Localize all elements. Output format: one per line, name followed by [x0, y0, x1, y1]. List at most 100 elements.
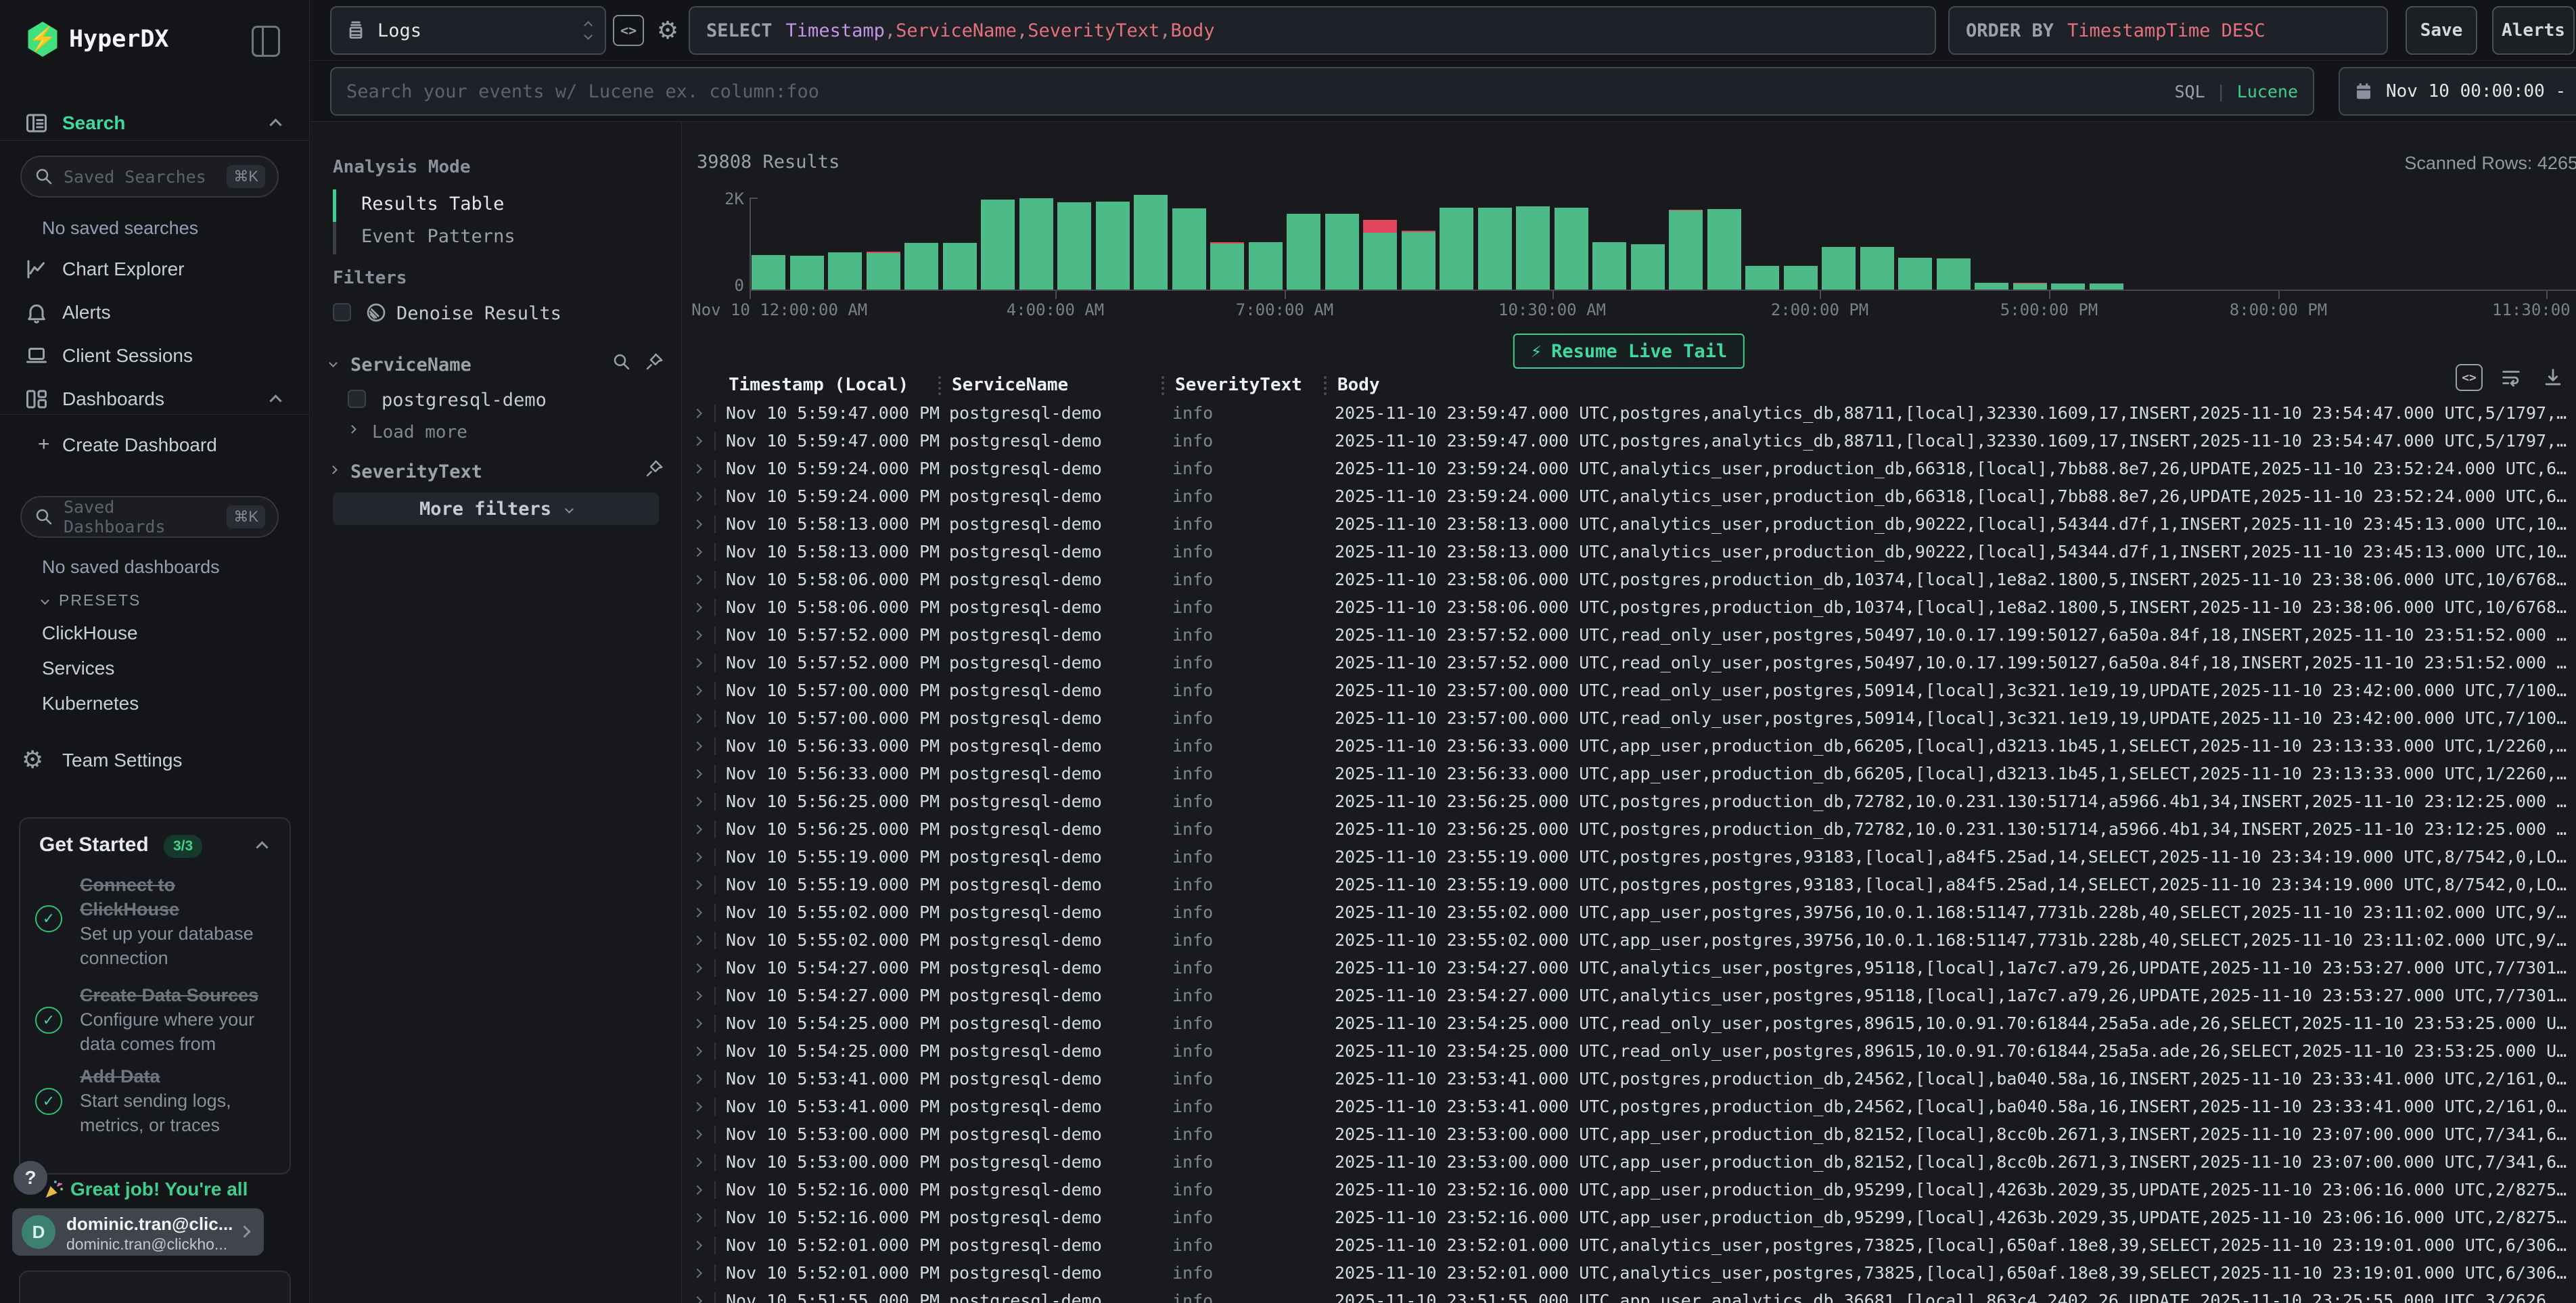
expand-row-icon[interactable] — [689, 1015, 726, 1032]
histogram-bar[interactable] — [1590, 195, 1629, 290]
histogram-bar[interactable] — [2088, 195, 2126, 290]
expand-row-icon[interactable] — [689, 1181, 726, 1199]
histogram-bar[interactable] — [979, 195, 1017, 290]
histogram-bar[interactable] — [1782, 195, 1820, 290]
filter-group-servicename[interactable]: ServiceName — [350, 355, 472, 375]
expand-row-icon[interactable] — [689, 876, 726, 894]
log-row[interactable]: Nov 10 5:56:33.000 PMpostgresql-demoinfo… — [682, 760, 2576, 787]
wrap-lines-button[interactable] — [2498, 364, 2525, 391]
log-row[interactable]: Nov 10 5:53:41.000 PMpostgresql-demoinfo… — [682, 1093, 2576, 1120]
log-row[interactable]: Nov 10 5:58:06.000 PMpostgresql-demoinfo… — [682, 566, 2576, 593]
expand-row-icon[interactable] — [689, 571, 726, 589]
expand-row-icon[interactable] — [689, 1237, 726, 1254]
histogram-bar[interactable] — [2202, 195, 2240, 290]
expand-row-icon[interactable] — [689, 1126, 726, 1143]
chevron-right-icon[interactable] — [329, 465, 338, 474]
column-header-body[interactable]: Body — [1335, 375, 2576, 395]
get-started-item[interactable]: Create Data Sources Configure where your… — [80, 983, 273, 1056]
histogram-bar[interactable] — [1896, 195, 1935, 290]
language-lucene[interactable]: Lucene — [2237, 82, 2298, 101]
histogram-bar[interactable] — [1514, 195, 1552, 290]
histogram-bar[interactable] — [1247, 195, 1285, 290]
expand-row-icon[interactable] — [689, 1264, 726, 1282]
save-button[interactable]: Save — [2406, 6, 2477, 55]
histogram-bar[interactable] — [1055, 195, 1094, 290]
log-row[interactable]: Nov 10 5:55:02.000 PMpostgresql-demoinfo… — [682, 898, 2576, 926]
histogram-bar[interactable] — [750, 195, 788, 290]
histogram-bar[interactable] — [826, 195, 865, 290]
chevron-up-icon[interactable] — [269, 394, 281, 407]
log-row[interactable]: Nov 10 5:52:01.000 PMpostgresql-demoinfo… — [682, 1231, 2576, 1259]
saved-dashboards-input[interactable]: Saved Dashboards ⌘K — [20, 496, 279, 538]
select-columns-input[interactable]: SELECT Timestamp,ServiceName,SeverityTex… — [689, 6, 1936, 55]
histogram-bar[interactable] — [2240, 195, 2279, 290]
log-row[interactable]: Nov 10 5:58:13.000 PMpostgresql-demoinfo… — [682, 538, 2576, 566]
histogram-bar[interactable] — [1476, 195, 1515, 290]
expand-row-icon[interactable] — [689, 543, 726, 561]
preset-clickhouse[interactable]: ClickHouse — [42, 622, 138, 644]
histogram-bar[interactable] — [2393, 195, 2432, 290]
log-row[interactable]: Nov 10 5:54:25.000 PMpostgresql-demoinfo… — [682, 1009, 2576, 1037]
log-row[interactable]: Nov 10 5:52:16.000 PMpostgresql-demoinfo… — [682, 1176, 2576, 1204]
source-settings-button[interactable]: ⚙ — [652, 15, 683, 46]
histogram-bar[interactable] — [2508, 195, 2546, 290]
column-header-timestamp[interactable]: Timestamp (Local) — [726, 375, 949, 395]
order-by-input[interactable]: ORDER BY TimestampTime DESC — [1948, 6, 2388, 55]
log-row[interactable]: Nov 10 5:57:52.000 PMpostgresql-demoinfo… — [682, 621, 2576, 649]
histogram-bar[interactable] — [865, 195, 903, 290]
resume-live-tail-button[interactable]: ⚡ Resume Live Tail — [1513, 334, 1745, 369]
expand-row-icon[interactable] — [689, 1292, 726, 1303]
log-row[interactable]: Nov 10 5:57:00.000 PMpostgresql-demoinfo… — [682, 704, 2576, 732]
language-sql[interactable]: SQL — [2174, 82, 2205, 101]
saved-searches-input[interactable]: Saved Searches ⌘K — [20, 156, 279, 198]
log-row[interactable]: Nov 10 5:58:06.000 PMpostgresql-demoinfo… — [682, 593, 2576, 621]
get-started-item[interactable]: Connect to ClickHouse Set up your databa… — [80, 873, 273, 970]
log-row[interactable]: Nov 10 5:56:25.000 PMpostgresql-demoinfo… — [682, 787, 2576, 815]
log-row[interactable]: Nov 10 5:56:25.000 PMpostgresql-demoinfo… — [682, 815, 2576, 843]
column-header-servicename[interactable]: ServiceName — [949, 375, 1172, 395]
expand-row-icon[interactable] — [689, 405, 726, 422]
log-row[interactable]: Nov 10 5:53:00.000 PMpostgresql-demoinfo… — [682, 1120, 2576, 1148]
histogram-bar[interactable] — [1400, 195, 1438, 290]
expand-row-icon[interactable] — [689, 682, 726, 700]
histogram-bar[interactable] — [2278, 195, 2317, 290]
mode-event-patterns[interactable]: Event Patterns — [361, 226, 515, 247]
filter-search-icon[interactable] — [612, 352, 632, 375]
column-header-severitytext[interactable]: SeverityText — [1172, 375, 1335, 395]
histogram-bar[interactable] — [1017, 195, 1056, 290]
expand-row-icon[interactable] — [689, 1098, 726, 1116]
preset-kubernetes[interactable]: Kubernetes — [42, 693, 139, 714]
histogram-bar[interactable] — [941, 195, 980, 290]
expand-row-icon[interactable] — [689, 848, 726, 866]
alerts-button[interactable]: Alerts — [2492, 6, 2575, 55]
histogram-bar[interactable] — [1285, 195, 1323, 290]
expand-row-icon[interactable] — [689, 987, 726, 1005]
log-row[interactable]: Nov 10 5:59:24.000 PMpostgresql-demoinfo… — [682, 482, 2576, 510]
histogram-bar[interactable] — [1743, 195, 1782, 290]
chevron-up-icon[interactable] — [269, 118, 281, 131]
presets-toggle[interactable]: PRESETS — [42, 591, 141, 610]
histogram-bar[interactable] — [2125, 195, 2164, 290]
log-row[interactable]: Nov 10 5:52:01.000 PMpostgresql-demoinfo… — [682, 1259, 2576, 1287]
expand-row-icon[interactable] — [689, 793, 726, 810]
create-dashboard-button[interactable]: + Create Dashboard — [0, 432, 310, 461]
log-row[interactable]: Nov 10 5:55:19.000 PMpostgresql-demoinfo… — [682, 871, 2576, 898]
expand-row-icon[interactable] — [689, 626, 726, 644]
histogram-bar[interactable] — [1858, 195, 1897, 290]
expand-row-icon[interactable] — [689, 710, 726, 727]
log-row[interactable]: Nov 10 5:55:19.000 PMpostgresql-demoinfo… — [682, 843, 2576, 871]
log-row[interactable]: Nov 10 5:53:00.000 PMpostgresql-demoinfo… — [682, 1148, 2576, 1176]
preset-services[interactable]: Services — [42, 658, 114, 679]
histogram-bar[interactable] — [2546, 195, 2576, 290]
collapse-sidebar-icon[interactable] — [252, 26, 280, 57]
log-row[interactable]: Nov 10 5:57:00.000 PMpostgresql-demoinfo… — [682, 677, 2576, 704]
log-row[interactable]: Nov 10 5:56:33.000 PMpostgresql-demoinfo… — [682, 732, 2576, 760]
log-row[interactable]: Nov 10 5:52:16.000 PMpostgresql-demoinfo… — [682, 1204, 2576, 1231]
histogram-bar[interactable] — [1667, 195, 1705, 290]
sidebar-item-team-settings[interactable]: ⚙ Team Settings — [0, 747, 310, 777]
histogram-bar[interactable] — [2317, 195, 2355, 290]
service-value-label[interactable]: postgresql-demo — [382, 390, 547, 411]
histogram-bar[interactable] — [1132, 195, 1170, 290]
chevron-down-icon[interactable] — [329, 359, 338, 367]
expand-row-icon[interactable] — [689, 932, 726, 949]
